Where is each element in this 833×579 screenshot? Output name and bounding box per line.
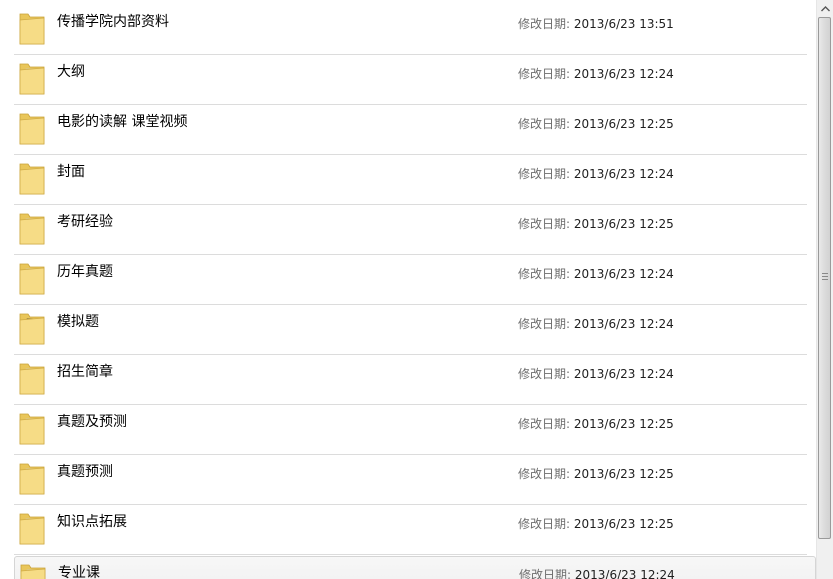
folder-name: 知识点拓展 [57, 514, 127, 530]
modified-date-label: 修改日期: [518, 367, 571, 381]
modified-date-value: 2013/6/23 12:25 [573, 517, 674, 531]
modified-date: 修改日期: 2013/6/23 12:24 [518, 165, 674, 182]
modified-date-label: 修改日期: [518, 67, 571, 81]
vertical-scrollbar[interactable] [816, 0, 833, 579]
file-list-row[interactable]: 专业课 修改日期: 2013/6/23 12:24 [14, 556, 816, 579]
file-list-row[interactable]: 招生简章 修改日期: 2013/6/23 12:24 [14, 356, 807, 405]
modified-date-label: 修改日期: [518, 417, 571, 431]
folder-name: 历年真题 [57, 264, 113, 280]
file-list-row[interactable]: 电影的读解 课堂视频 修改日期: 2013/6/23 12:25 [14, 106, 807, 155]
modified-date-label: 修改日期: [518, 317, 571, 331]
file-list-row[interactable]: 真题及预测 修改日期: 2013/6/23 12:25 [14, 406, 807, 455]
scroll-up-arrow-icon[interactable] [817, 0, 833, 17]
scroll-grip-icon [822, 273, 828, 280]
modified-date-value: 2013/6/23 13:51 [573, 17, 674, 31]
file-list-row[interactable]: 传播学院内部资料 修改日期: 2013/6/23 13:51 [14, 6, 807, 55]
folder-name: 传播学院内部资料 [57, 14, 169, 30]
folder-name: 封面 [57, 164, 85, 180]
modified-date-label: 修改日期: [519, 568, 572, 579]
modified-date-value: 2013/6/23 12:25 [573, 117, 674, 131]
modified-date: 修改日期: 2013/6/23 12:24 [518, 315, 674, 332]
folder-name: 专业课 [58, 565, 100, 579]
modified-date: 修改日期: 2013/6/23 12:25 [518, 115, 674, 132]
file-list-row[interactable]: 历年真题 修改日期: 2013/6/23 12:24 [14, 256, 807, 305]
modified-date-label: 修改日期: [518, 467, 571, 481]
modified-date: 修改日期: 2013/6/23 12:24 [519, 566, 675, 579]
modified-date: 修改日期: 2013/6/23 12:25 [518, 465, 674, 482]
modified-date-value: 2013/6/23 12:24 [573, 67, 674, 81]
file-list-row[interactable]: 知识点拓展 修改日期: 2013/6/23 12:25 [14, 506, 807, 555]
folder-name: 大纲 [57, 64, 85, 80]
modified-date-label: 修改日期: [518, 117, 571, 131]
file-list-row[interactable]: 模拟题 修改日期: 2013/6/23 12:24 [14, 306, 807, 355]
modified-date-value: 2013/6/23 12:24 [573, 367, 674, 381]
modified-date-value: 2013/6/23 12:25 [573, 467, 674, 481]
folder-name: 真题及预测 [57, 414, 127, 430]
folder-name: 招生简章 [57, 364, 113, 380]
modified-date: 修改日期: 2013/6/23 12:24 [518, 365, 674, 382]
scrollbar-thumb[interactable] [818, 17, 831, 539]
modified-date: 修改日期: 2013/6/23 12:25 [518, 215, 674, 232]
modified-date-value: 2013/6/23 12:25 [573, 417, 674, 431]
modified-date-label: 修改日期: [518, 267, 571, 281]
file-list-row[interactable]: 封面 修改日期: 2013/6/23 12:24 [14, 156, 807, 205]
modified-date-label: 修改日期: [518, 167, 571, 181]
folder-name: 真题预测 [57, 464, 113, 480]
modified-date: 修改日期: 2013/6/23 13:51 [518, 15, 674, 32]
file-list: 传播学院内部资料 修改日期: 2013/6/23 13:51 大纲 修改日期: 201… [0, 0, 816, 579]
modified-date: 修改日期: 2013/6/23 12:24 [518, 265, 674, 282]
modified-date: 修改日期: 2013/6/23 12:25 [518, 415, 674, 432]
modified-date-value: 2013/6/23 12:24 [573, 267, 674, 281]
folder-name: 考研经验 [57, 214, 113, 230]
file-list-row[interactable]: 考研经验 修改日期: 2013/6/23 12:25 [14, 206, 807, 255]
folder-name: 电影的读解 课堂视频 [57, 114, 188, 130]
explorer-content-view: 传播学院内部资料 修改日期: 2013/6/23 13:51 大纲 修改日期: 201… [0, 0, 833, 579]
modified-date: 修改日期: 2013/6/23 12:25 [518, 515, 674, 532]
modified-date-value: 2013/6/23 12:24 [573, 317, 674, 331]
folder-name: 模拟题 [57, 314, 99, 330]
modified-date: 修改日期: 2013/6/23 12:24 [518, 65, 674, 82]
file-list-row[interactable]: 大纲 修改日期: 2013/6/23 12:24 [14, 56, 807, 105]
file-list-row[interactable]: 真题预测 修改日期: 2013/6/23 12:25 [14, 456, 807, 505]
modified-date-label: 修改日期: [518, 217, 571, 231]
modified-date-value: 2013/6/23 12:25 [573, 217, 674, 231]
modified-date-value: 2013/6/23 12:24 [573, 167, 674, 181]
modified-date-label: 修改日期: [518, 517, 571, 531]
modified-date-value: 2013/6/23 12:24 [574, 568, 675, 579]
modified-date-label: 修改日期: [518, 17, 571, 31]
